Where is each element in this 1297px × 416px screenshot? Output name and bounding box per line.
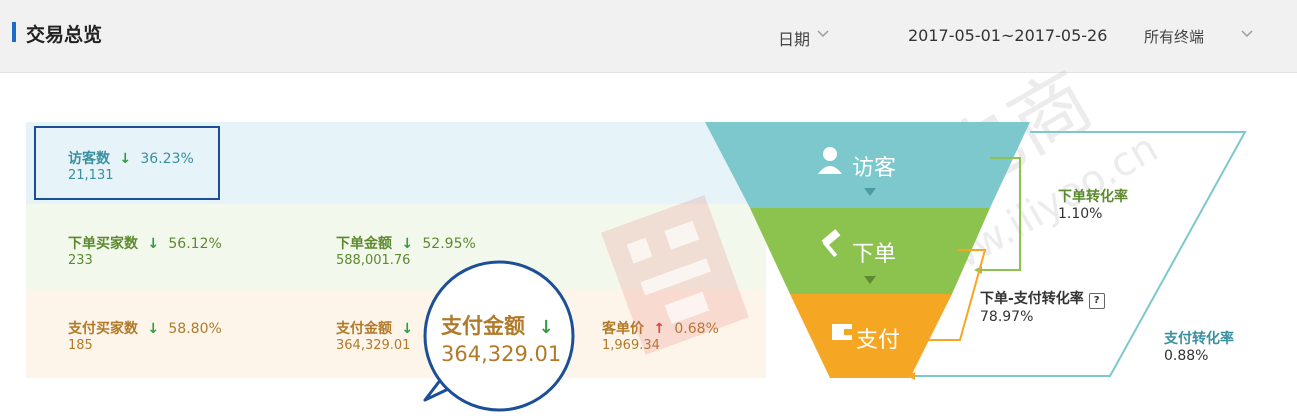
pay-buyers-label: 支付买家数 xyxy=(68,321,138,337)
page-title: 交易总览 xyxy=(26,24,103,46)
visitors-metric[interactable]: 访客数 ↓ 36.23% 21,131 xyxy=(68,148,194,183)
order-buyers-label: 下单买家数 xyxy=(68,236,138,252)
title-accent xyxy=(12,22,16,42)
order-rate-label: 下单转化率 xyxy=(1058,189,1128,205)
arrow-down-icon: ↓ xyxy=(396,236,418,252)
chevron-down-icon[interactable] xyxy=(1240,26,1254,40)
order-pay-rate-value: 78.97% xyxy=(980,309,1034,325)
order-rate-value: 1.10% xyxy=(1058,206,1103,222)
pay-rate-label: 支付转化率 xyxy=(1164,331,1234,347)
pay-rate-value: 0.88% xyxy=(1164,348,1209,364)
arrow-down-icon: ↓ xyxy=(396,321,414,337)
funnel-label-order: 下单 xyxy=(852,242,897,267)
funnel-label-payment: 支付 xyxy=(856,328,901,353)
arrow-down-icon: ↓ xyxy=(532,317,554,338)
date-label: 日期 xyxy=(778,30,811,49)
arrow-down-icon: ↓ xyxy=(142,321,164,337)
wallet-icon xyxy=(832,324,852,340)
arrow-down-icon: ↓ xyxy=(142,236,164,252)
pay-buyers-value: 185 xyxy=(68,338,93,353)
callout-value: 364,329.01 xyxy=(441,342,562,366)
visitors-value: 21,131 xyxy=(68,168,114,183)
pay-amount-metric[interactable]: 支付金额 ↓ 364,329.01 xyxy=(336,318,413,353)
order-buyers-value: 233 xyxy=(68,253,93,268)
order-amount-change: 52.95% xyxy=(422,236,476,252)
order-amount-label: 下单金额 xyxy=(336,236,392,252)
date-range[interactable]: 2017-05-01~2017-05-26 xyxy=(908,26,1107,45)
header-bar: 交易总览 日期 2017-05-01~2017-05-26 所有终端 xyxy=(0,0,1297,73)
pay-conversion-rate[interactable]: 支付转化率 0.88% xyxy=(1164,328,1234,364)
pay-buyers-metric[interactable]: 支付买家数 ↓ 58.80% 185 xyxy=(68,318,222,353)
visitors-change: 36.23% xyxy=(140,151,194,167)
pay-amount-value: 364,329.01 xyxy=(336,338,411,353)
chevron-down-icon[interactable] xyxy=(816,26,830,40)
order-buyers-change: 56.12% xyxy=(168,236,222,252)
pay-amount-label: 支付金额 xyxy=(336,321,392,337)
help-icon[interactable]: ? xyxy=(1088,293,1105,309)
funnel-label-visitors: 访客 xyxy=(852,156,897,181)
callout-label: 支付金额 xyxy=(441,314,525,338)
date-dropdown[interactable]: 日期 xyxy=(778,26,810,50)
order-buyers-metric[interactable]: 下单买家数 ↓ 56.12% 233 xyxy=(68,233,222,268)
order-pay-rate-label: 下单-支付转化率 xyxy=(980,291,1084,307)
terminal-dropdown[interactable]: 所有终端 xyxy=(1144,26,1204,47)
visitors-label: 访客数 xyxy=(68,151,110,167)
arrow-down-icon: ↓ xyxy=(114,151,136,167)
pay-buyers-change: 58.80% xyxy=(168,321,222,337)
order-conversion-rate[interactable]: 下单转化率 1.10% xyxy=(1058,186,1128,222)
order-pay-conversion-rate[interactable]: 下单-支付转化率 ? 78.97% xyxy=(980,288,1105,325)
callout-label-wrap: 支付金额 ↓ xyxy=(441,310,554,340)
